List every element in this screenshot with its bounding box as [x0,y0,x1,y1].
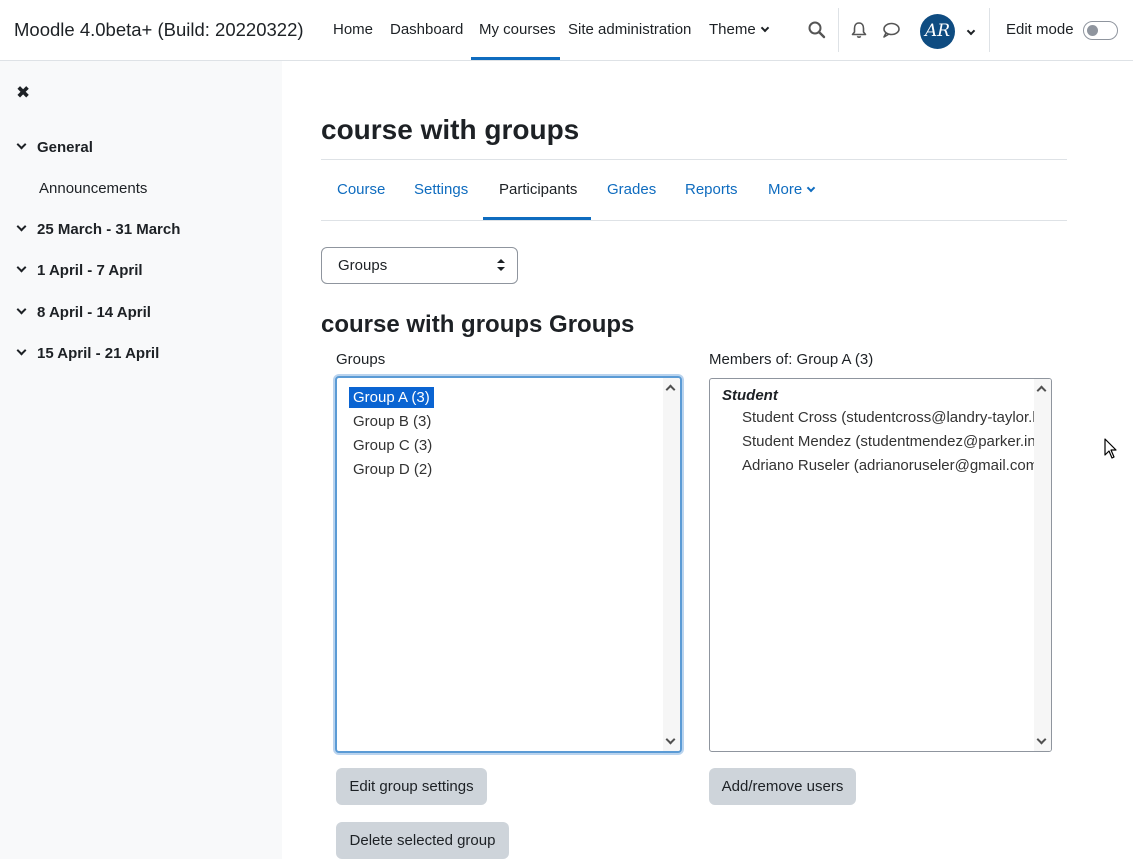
search-icon[interactable] [807,20,827,40]
section-label: General [37,139,93,156]
section-8-april[interactable]: 8 April - 14 April [16,304,151,321]
bell-icon[interactable] [849,20,869,40]
section-1-april[interactable]: 1 April - 7 April [16,262,143,279]
section-label: 1 April - 7 April [37,262,143,279]
toggle-knob [1087,25,1098,36]
course-index-drawer: ✖ General Announcements 25 March - 31 Ma… [0,61,282,859]
edit-group-settings-button[interactable]: Edit group settings [336,768,487,805]
tab-settings[interactable]: Settings [414,181,468,198]
mouse-cursor-icon [1104,438,1117,459]
select-value: Groups [338,257,388,274]
site-brand[interactable]: Moodle 4.0beta+ (Build: 20220322) [14,19,304,41]
edit-mode-label: Edit mode [1006,21,1074,38]
chevron-down-icon[interactable] [1036,734,1047,745]
participants-nav-select[interactable]: Groups [321,247,518,284]
nav-dashboard[interactable]: Dashboard [390,21,463,38]
nav-my-courses[interactable]: My courses [479,21,556,38]
nav-home[interactable]: Home [333,21,373,38]
section-15-april[interactable]: 15 April - 21 April [16,345,159,362]
page-title: course with groups [321,114,580,145]
role-group-label: Student [722,387,778,404]
member-option[interactable]: Student Cross (studentcross@landry-taylo… [742,409,1041,426]
select-arrows-icon [497,259,505,271]
member-option[interactable]: Adriano Ruseler (adrianoruseler@gmail.co… [742,457,1038,474]
divider [321,220,1067,221]
activity-announcements[interactable]: Announcements [39,180,147,197]
section-label: 25 March - 31 March [37,221,181,238]
nav-site-administration[interactable]: Site administration [568,21,691,38]
close-icon[interactable]: ✖ [16,83,30,103]
delete-selected-group-button[interactable]: Delete selected group [336,822,509,859]
groups-listbox[interactable]: Group A (3) Group B (3) Group C (3) Grou… [335,376,682,753]
chevron-down-icon [16,221,27,232]
tab-more[interactable]: More [768,181,816,198]
message-icon[interactable] [881,20,901,40]
tab-grades[interactable]: Grades [607,181,656,198]
section-label: 15 April - 21 April [37,345,160,362]
section-25-march[interactable]: 25 March - 31 March [16,221,180,238]
chevron-down-icon[interactable] [665,734,676,745]
chevron-down-icon [806,183,816,193]
groups-label: Groups [336,351,386,368]
user-menu-chevron[interactable] [962,24,976,41]
nav-active-indicator [471,57,560,60]
chevron-down-icon [16,262,27,273]
groups-heading: course with groups Groups [321,311,635,338]
chevron-down-icon [966,26,976,36]
chevron-down-icon [760,23,769,33]
divider [321,159,1067,160]
chevron-down-icon [16,139,27,150]
section-general[interactable]: General [16,139,93,156]
edit-mode-toggle[interactable] [1083,21,1118,40]
navbar-divider [838,8,839,52]
chevron-down-icon [16,345,27,356]
tab-more-label: More [768,181,803,198]
group-option[interactable]: Group B (3) [349,411,435,432]
member-option[interactable]: Student Mendez (studentmendez@parker.inf [742,433,1040,450]
scrollbar[interactable] [1034,379,1051,751]
tab-reports[interactable]: Reports [685,181,738,198]
group-option[interactable]: Group A (3) [349,387,434,408]
top-navbar: Moodle 4.0beta+ (Build: 20220322) Home D… [0,0,1133,61]
nav-theme-label: Theme [709,21,756,38]
navbar-divider [989,8,990,52]
section-label: 8 April - 14 April [37,304,151,321]
members-label: Members of: Group A (3) [709,351,874,368]
add-remove-users-button[interactable]: Add/remove users [709,768,856,805]
group-option[interactable]: Group D (2) [349,459,436,480]
tab-participants[interactable]: Participants [499,181,577,198]
tab-course[interactable]: Course [337,181,385,198]
scrollbar[interactable] [663,378,680,751]
chevron-down-icon [16,304,27,315]
chevron-up-icon[interactable] [1036,385,1047,396]
avatar[interactable]: AR [920,14,955,49]
members-listbox[interactable]: Student Student Cross (studentcross@land… [709,378,1052,752]
group-option[interactable]: Group C (3) [349,435,436,456]
nav-theme[interactable]: Theme [709,21,769,38]
chevron-up-icon[interactable] [665,384,676,395]
